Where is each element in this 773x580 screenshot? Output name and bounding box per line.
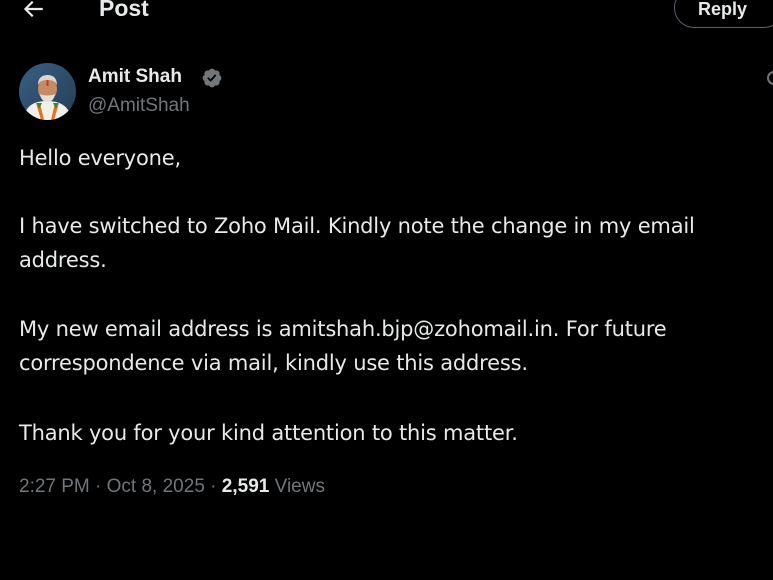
more-options-icon[interactable] (764, 68, 773, 88)
post-text-line: correspondence via mail, kindly use this… (19, 351, 528, 375)
author-handle[interactable]: @AmitShah (88, 95, 190, 117)
reply-button[interactable]: Reply (674, 0, 773, 28)
views-label: Views (274, 476, 325, 497)
back-button[interactable] (18, 0, 48, 24)
views-count: 2,591 (221, 476, 270, 497)
arrow-left-icon (23, 0, 43, 18)
post-text-line: Hello everyone, (19, 146, 181, 170)
meta-separator: · (95, 476, 102, 497)
post-text-line: address. (19, 248, 107, 272)
post-text-line: My new email address is amitshah.bjp@zoh… (19, 317, 667, 341)
post-text-line: I have switched to Zoho Mail. Kindly not… (19, 214, 695, 238)
meta-separator: · (210, 476, 217, 497)
post-meta: 2:27 PM · Oct 8, 2025 · 2,591 Views (19, 476, 325, 498)
post-date: Oct 8, 2025 (106, 476, 205, 497)
page-title: Post (99, 0, 149, 21)
top-header: Post Reply (0, 0, 773, 30)
verified-badge-icon (202, 68, 222, 88)
author-display-name[interactable]: Amit Shah (88, 66, 182, 88)
post-timestamp[interactable]: 2:27 PM · Oct 8, 2025 (19, 476, 205, 497)
post-time: 2:27 PM (19, 476, 90, 497)
post-text-line: Thank you for your kind attention to thi… (19, 421, 518, 445)
avatar[interactable] (19, 63, 76, 120)
